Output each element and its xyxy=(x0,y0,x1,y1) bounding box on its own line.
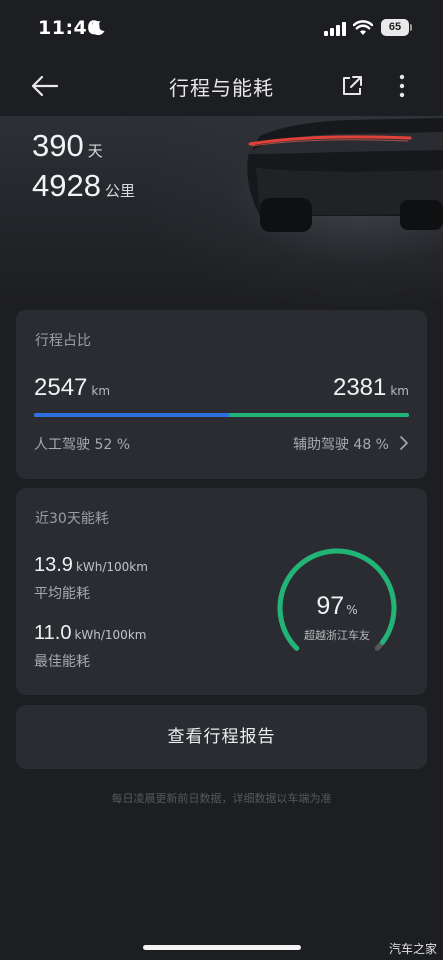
signal-icon xyxy=(324,22,346,36)
car-rear-image xyxy=(246,118,443,232)
avg-consumption-unit: kWh/100km xyxy=(75,560,148,574)
gauge-percent-value: 97 xyxy=(316,592,345,620)
days-value: 390 xyxy=(32,128,84,163)
total-days: 390 天 xyxy=(32,128,103,164)
manual-distance: 2547 km xyxy=(34,374,110,402)
manual-km-unit: km xyxy=(91,384,111,398)
view-trip-report-button[interactable]: 查看行程报告 xyxy=(16,705,427,769)
best-consumption: 11.0 kWh/100km xyxy=(34,622,146,645)
days-unit: 天 xyxy=(87,142,103,160)
gauge-percent-unit: % xyxy=(346,603,358,617)
manual-km-value: 2547 xyxy=(34,374,88,401)
status-bar: 11:40 65 xyxy=(0,0,443,58)
assist-bar-segment xyxy=(229,413,409,417)
chevron-right-icon[interactable] xyxy=(399,436,409,450)
more-icon[interactable] xyxy=(391,72,413,100)
assist-km-value: 2381 xyxy=(332,374,387,401)
energy-title: 近30天能耗 xyxy=(35,511,109,527)
km-unit: 公里 xyxy=(104,182,135,200)
share-icon[interactable] xyxy=(340,74,364,98)
moon-icon xyxy=(91,21,105,36)
best-consumption-unit: kWh/100km xyxy=(74,628,147,642)
km-value: 4928 xyxy=(32,168,101,203)
trip-ratio-card[interactable]: 行程占比 2547 km 2381 km 人工驾驶 52 % 辅助驾驶 48 % xyxy=(16,310,427,479)
total-distance: 4928 公里 xyxy=(32,168,135,204)
energy-card: 近30天能耗 13.9 kWh/100km 平均能耗 11.0 kWh/100km … xyxy=(16,488,427,695)
gauge-percent: 97% xyxy=(272,592,402,621)
manual-bar-segment xyxy=(34,413,229,417)
best-consumption-label: 最佳能耗 xyxy=(34,654,90,670)
gauge-label: 超越浙江车友 xyxy=(304,629,370,642)
trip-ratio-title: 行程占比 xyxy=(35,333,91,349)
avg-consumption-value: 13.9 xyxy=(34,554,73,576)
assist-distance: 2381 km xyxy=(333,374,409,402)
page-title: 行程与能耗 xyxy=(169,76,274,100)
wifi-icon xyxy=(353,20,373,35)
battery-icon: 65 xyxy=(381,19,409,36)
trip-ratio-bar xyxy=(34,413,409,417)
home-indicator[interactable] xyxy=(143,945,301,950)
nav-bar: 行程与能耗 xyxy=(0,58,443,116)
avg-consumption: 13.9 kWh/100km xyxy=(34,554,148,577)
hero-banner: 390 天 4928 公里 xyxy=(0,116,443,306)
avg-consumption-label: 平均能耗 xyxy=(34,586,90,602)
update-footnote: 每日凌晨更新前日数据，详细数据以车端为准 xyxy=(111,792,332,805)
assist-km-unit: km xyxy=(390,384,409,398)
battery-tip xyxy=(410,24,412,31)
best-consumption-value: 11.0 xyxy=(34,622,72,644)
watermark: 汽车之家 xyxy=(388,942,437,956)
assist-drive-label[interactable]: 辅助驾驶 48 % xyxy=(293,434,389,454)
manual-drive-label: 人工驾驶 52 % xyxy=(34,437,131,453)
